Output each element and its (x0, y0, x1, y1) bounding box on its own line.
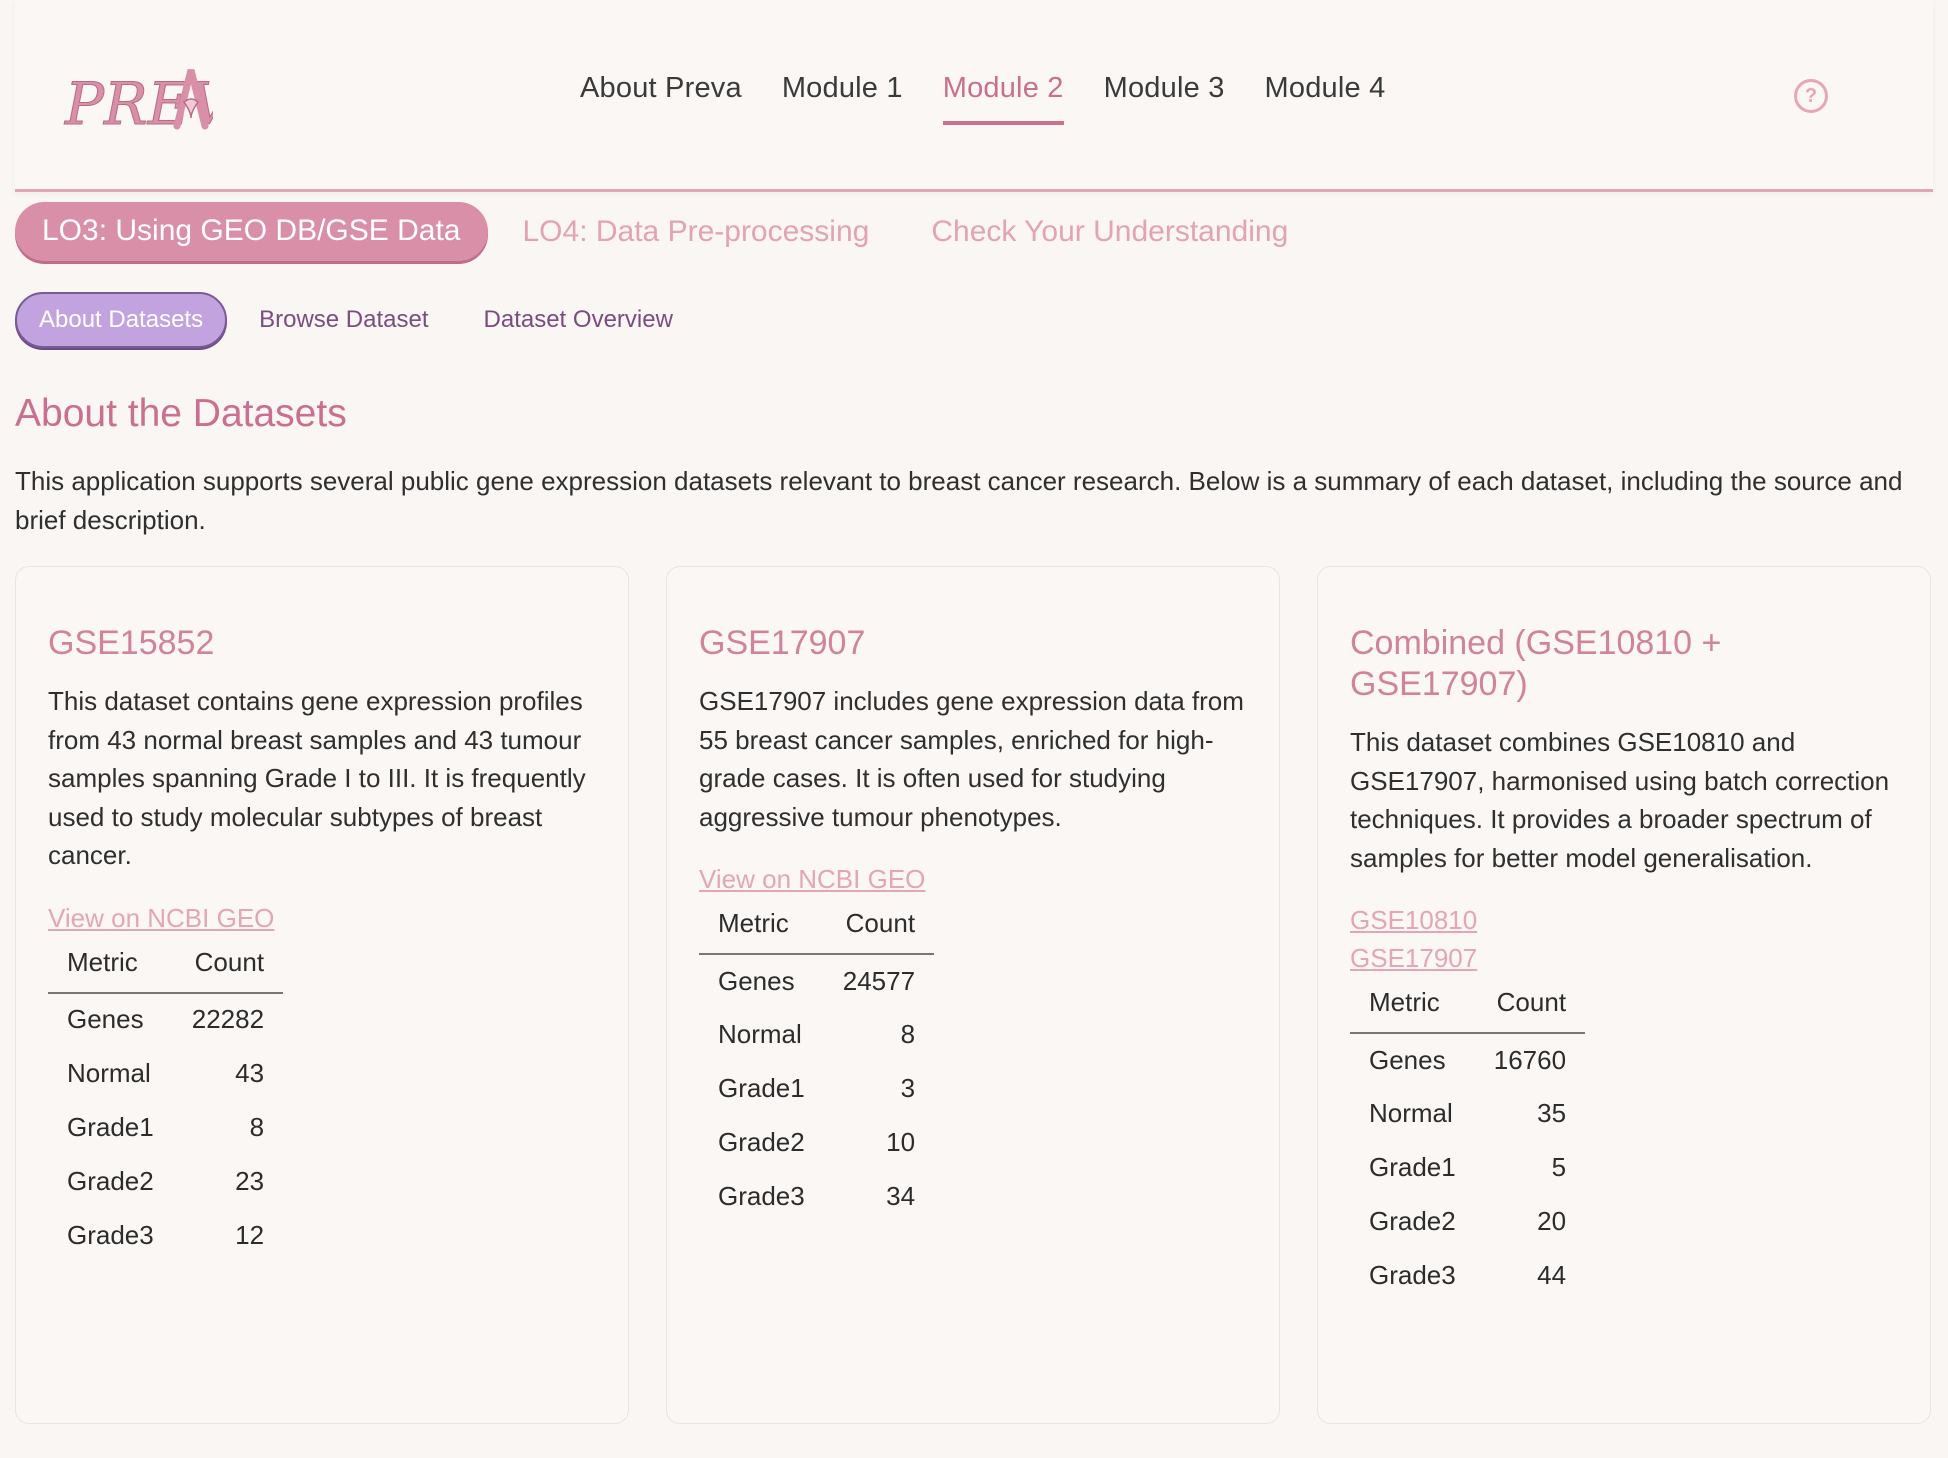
gse10810-link[interactable]: GSE10810 (1350, 901, 1898, 939)
metric-cell: Normal (1369, 1098, 1453, 1128)
card-links: View on NCBI GEO (699, 860, 1247, 898)
count-cell: 35 (1537, 1098, 1567, 1128)
metric-header: Metric (48, 942, 173, 994)
table-row: Grade1 8 (48, 1101, 283, 1155)
card-title: GSE17907 (699, 624, 866, 662)
nav-about-preva[interactable]: About Preva (580, 72, 742, 125)
table-row: Grade2 20 (1350, 1195, 1585, 1249)
metric-cell: Grade1 (1369, 1152, 1456, 1182)
dataset-cards: GSE15852 This dataset contains gene expr… (15, 566, 1931, 1424)
count-cell: 20 (1537, 1206, 1567, 1236)
table-row: Genes 24577 (699, 954, 934, 1008)
count-cell: 10 (886, 1127, 916, 1157)
count-cell: 3 (900, 1073, 916, 1103)
metric-cell: Grade1 (718, 1073, 805, 1103)
tab-dataset-overview[interactable]: Dataset Overview (484, 306, 673, 334)
metric-header: Metric (699, 904, 824, 955)
dataset-card-combined: Combined (GSE10810 + GSE17907) This data… (1317, 566, 1931, 1424)
metric-header: Metric (1350, 983, 1475, 1034)
metric-cell: Grade2 (718, 1127, 805, 1157)
count-cell: 16760 (1493, 1044, 1567, 1075)
table-header-row: Metric Count (1350, 983, 1586, 1034)
count-cell: 43 (235, 1057, 265, 1088)
help-question-icon[interactable]: ? (1794, 79, 1828, 113)
metric-cell: Grade1 (67, 1111, 154, 1142)
nav-module-2[interactable]: Module 2 (942, 72, 1064, 125)
metric-cell: Grade3 (1369, 1260, 1456, 1290)
table-row: Normal 8 (699, 1008, 934, 1062)
count-cell: 12 (235, 1219, 265, 1250)
dataset-card-gse15852: GSE15852 This dataset contains gene expr… (15, 566, 629, 1424)
gse17907-link[interactable]: GSE17907 (1350, 939, 1898, 977)
table-row: Grade1 5 (1350, 1141, 1585, 1195)
metric-cell: Genes (67, 1004, 144, 1034)
card-title: GSE15852 (48, 624, 215, 662)
preva-logo-icon: PREVA (64, 69, 213, 138)
table-row: Genes 16760 (1350, 1033, 1585, 1087)
main-nav: About Preva Module 1 Module 2 Module 3 M… (580, 72, 1385, 125)
count-cell: 8 (249, 1111, 265, 1142)
tab-browse-dataset[interactable]: Browse Dataset (259, 306, 428, 334)
metric-cell: Normal (718, 1019, 802, 1049)
dataset-sub-tabs: About Datasets Browse Dataset Dataset Ov… (15, 292, 728, 348)
intro-text: This application supports several public… (15, 466, 1903, 535)
tab-lo3-geo-data[interactable]: LO3: Using GEO DB/GSE Data (15, 202, 488, 261)
table-row: Grade2 10 (699, 1116, 934, 1170)
app-page: PREVA About Preva Module 1 Module 2 Modu… (0, 0, 1948, 1458)
count-cell: 5 (1551, 1152, 1567, 1182)
card-description: This dataset combines GSE10810 and GSE17… (1350, 727, 1890, 873)
nav-module-4[interactable]: Module 4 (1265, 72, 1386, 125)
metrics-table: Metric Count Genes 22282 Normal 43 Grade1 8… (48, 942, 284, 1263)
metric-cell: Genes (1369, 1044, 1446, 1075)
count-cell: 34 (886, 1181, 916, 1211)
card-description: GSE17907 includes gene expression data f… (699, 686, 1244, 832)
preva-logo[interactable]: PREVA (63, 62, 213, 138)
metric-cell: Grade3 (718, 1181, 805, 1211)
table-header-row: Metric Count (48, 942, 284, 994)
top-header: PREVA About Preva Module 1 Module 2 Modu… (15, 0, 1933, 192)
metric-cell: Genes (718, 965, 795, 996)
card-title: Combined (GSE10810 + GSE17907) (1350, 624, 1722, 703)
metric-cell: Grade3 (67, 1219, 154, 1250)
table-header-row: Metric Count (699, 904, 935, 955)
card-links: View on NCBI GEO (48, 899, 596, 937)
table-row: Normal 43 (48, 1047, 283, 1101)
count-cell: 22282 (191, 1004, 265, 1034)
ncbi-geo-link[interactable]: View on NCBI GEO (48, 899, 596, 937)
nav-module-1[interactable]: Module 1 (782, 72, 903, 125)
card-description: This dataset contains gene expression pr… (48, 686, 586, 870)
count-header: Count (172, 942, 284, 994)
count-cell: 24577 (842, 965, 916, 996)
learning-objective-tabs: LO3: Using GEO DB/GSE Data LO4: Data Pre… (15, 202, 1350, 261)
tab-about-datasets[interactable]: About Datasets (15, 292, 228, 348)
count-cell: 23 (235, 1165, 265, 1196)
card-links: GSE10810 GSE17907 (1350, 901, 1898, 977)
count-cell: 8 (900, 1019, 916, 1049)
table-row: Genes 22282 (48, 993, 283, 1047)
nav-module-3[interactable]: Module 3 (1104, 72, 1225, 125)
table-row: Grade2 23 (48, 1155, 283, 1209)
metric-cell: Normal (67, 1057, 151, 1088)
count-header: Count (1474, 983, 1586, 1034)
count-cell: 44 (1537, 1260, 1567, 1290)
metric-cell: Grade2 (1369, 1206, 1456, 1236)
table-row: Normal 35 (1350, 1087, 1585, 1141)
table-row: Grade1 3 (699, 1062, 934, 1116)
ncbi-geo-link[interactable]: View on NCBI GEO (699, 860, 1247, 898)
count-header: Count (823, 904, 935, 955)
metric-cell: Grade2 (67, 1165, 154, 1196)
table-row: Grade3 44 (1350, 1249, 1585, 1303)
table-row: Grade3 34 (699, 1170, 934, 1224)
metrics-table: Metric Count Genes 16760 Normal 35 Grade1 5… (1350, 983, 1586, 1303)
table-row: Grade3 12 (48, 1209, 283, 1263)
dataset-card-gse17907: GSE17907 GSE17907 includes gene expressi… (666, 566, 1280, 1424)
page-title: About the Datasets (15, 392, 347, 435)
metrics-table: Metric Count Genes 24577 Normal 8 Grade1 3 … (699, 904, 935, 1224)
tab-check-understanding[interactable]: Check Your Understanding (931, 215, 1288, 249)
tab-lo4-preprocessing[interactable]: LO4: Data Pre-processing (523, 215, 870, 249)
